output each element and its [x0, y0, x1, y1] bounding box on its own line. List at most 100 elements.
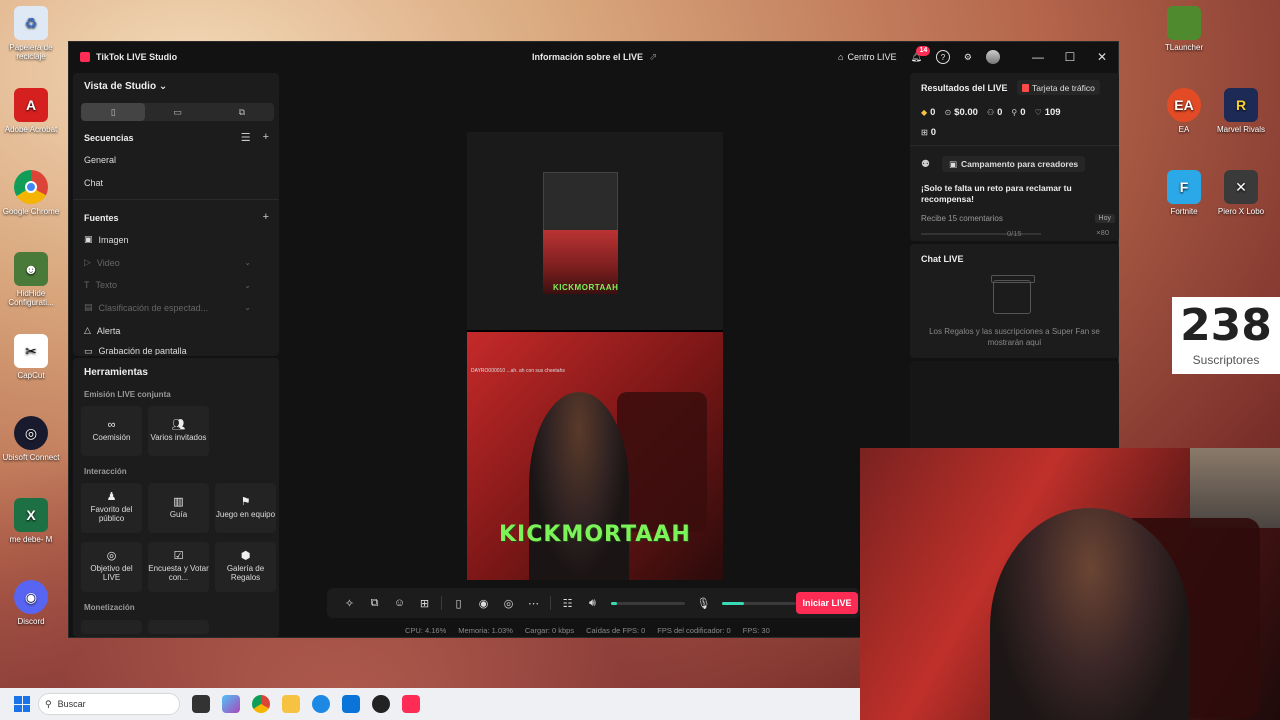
minimize-icon[interactable]: — — [1022, 50, 1054, 64]
subscriber-counter: 238 Suscriptores — [1172, 297, 1280, 374]
source-item-text[interactable]: T Texto ⌄ — [84, 280, 269, 290]
gift-gallery-button[interactable]: ⬢ Galería de Regalos — [215, 542, 276, 592]
edge-icon[interactable] — [312, 695, 330, 713]
task-view-icon[interactable] — [192, 695, 210, 713]
tools-title: Herramientas — [84, 367, 148, 378]
effects-icon[interactable]: ☺ — [387, 597, 412, 609]
source-item-image[interactable]: ▣ Imagen — [84, 234, 269, 245]
copilot-icon[interactable] — [222, 695, 240, 713]
guide-button[interactable]: ▥ Guía — [148, 483, 209, 533]
desktop-icon-tlauncher[interactable]: TLauncher — [1153, 6, 1215, 52]
landscape-icon: ▭ — [173, 106, 182, 117]
desktop-icon-ubisoft[interactable]: ◎ Ubisoft Connect — [0, 416, 62, 462]
coemision-button[interactable]: ∞ Coemisión — [81, 406, 142, 456]
desktop-icon-acrobat[interactable]: A Adobe Acrobat — [0, 88, 62, 134]
record-icon[interactable]: ◉ — [471, 597, 496, 610]
team-game-button[interactable]: ⚑ Juego en equipo — [215, 483, 276, 533]
home-icon: ⌂ — [838, 52, 844, 62]
notifications-button[interactable]: 🔔︎ 14 — [910, 45, 931, 63]
sequence-item-general[interactable]: General — [84, 155, 269, 165]
encoder-fps-stat: FPS del codificador: 0 — [657, 626, 731, 635]
desktop-icon-piero-lobo[interactable]: ✕ Piero X Lobo — [1210, 170, 1272, 216]
source-item-video[interactable]: ▷ Video ⌄ — [84, 257, 269, 268]
desktop-icon-chrome[interactable]: Google Chrome — [0, 170, 62, 216]
chevron-down-icon: ⌄ — [158, 81, 168, 92]
speaker-volume-slider[interactable] — [611, 601, 685, 605]
desktop-icon-ea[interactable]: EA EA — [1153, 88, 1215, 134]
chat-empty-message: Los Regalos y las suscripciones a Super … — [929, 327, 1100, 347]
chat-card: Chat LIVE Los Regalos y las suscripcione… — [910, 244, 1119, 358]
excel-icon: X — [14, 498, 48, 532]
multi-guest-button[interactable]: 👥︎ Varios invitados — [148, 406, 209, 456]
maximize-icon[interactable]: ☐ — [1054, 50, 1086, 64]
store-icon[interactable] — [342, 695, 360, 713]
settings-sliders-icon[interactable]: ☷ — [555, 597, 580, 610]
monetization-tool-2[interactable] — [148, 620, 209, 634]
captions-icon[interactable]: ⧉ — [362, 597, 387, 610]
close-icon[interactable]: ✕ — [1086, 50, 1118, 64]
avatar[interactable] — [986, 50, 1000, 64]
share-icon[interactable]: ⇗ — [649, 52, 657, 63]
desktop-icon-marvel-rivals[interactable]: R Marvel Rivals — [1210, 88, 1272, 134]
interaction-title: Interacción — [84, 467, 127, 476]
audience-favorite-button[interactable]: ♟ Favorito del público — [81, 483, 142, 533]
file-explorer-icon[interactable] — [282, 695, 300, 713]
live-info-title[interactable]: Información sobre el LIVE — [532, 52, 643, 62]
obs-icon[interactable] — [372, 695, 390, 713]
chrome-taskbar-icon[interactable] — [252, 695, 270, 713]
go-live-button[interactable]: Iniciar LIVE — [796, 592, 858, 614]
phone-icon[interactable]: ▯ — [446, 597, 471, 610]
stream-preview[interactable]: KICKMORTAAH DAYRO000010 ...ah. ah con su… — [467, 132, 723, 580]
add-scene-icon[interactable]: ⊞ — [412, 597, 437, 610]
speaker-icon[interactable]: 🔊︎ — [580, 597, 605, 610]
centro-live-button[interactable]: ⌂ Centro LIVE — [838, 52, 896, 62]
desktop-icon-fortnite[interactable]: F Fortnite — [1153, 170, 1215, 216]
magic-wand-icon[interactable]: ✧ — [337, 597, 362, 610]
studio-view-dropdown[interactable]: Vista de Studio ⌄ — [84, 81, 167, 92]
desktop-icon-hidhide[interactable]: ☻ HidHide Configurati... — [0, 252, 62, 307]
monetization-tool-1[interactable] — [81, 620, 142, 634]
streamer — [529, 392, 629, 580]
microphone-icon[interactable]: 🎙︎ — [691, 597, 716, 610]
taskbar-search[interactable]: ⚲ Buscar — [38, 693, 180, 715]
desktop-icon-label: Adobe Acrobat — [4, 125, 58, 134]
likes-metric: ♡ 109 — [1034, 107, 1061, 118]
windows-start-icon[interactable] — [14, 696, 30, 712]
desktop-icon-capcut[interactable]: ✂ CapCut — [0, 334, 62, 380]
background-window — [1190, 448, 1280, 528]
tiktok-taskbar-icon[interactable] — [402, 695, 420, 713]
more-icon[interactable]: ⋯ — [521, 597, 546, 610]
desktop-icon-excel[interactable]: X me debe- M — [0, 498, 62, 544]
list-icon[interactable]: ☰ — [241, 131, 251, 144]
divider — [441, 596, 442, 610]
sequence-item-chat[interactable]: Chat — [84, 178, 269, 188]
desktop-icon-recycle-bin[interactable]: ♻ Papelera de reciclaje — [0, 6, 62, 61]
desktop-icon-label: EA — [1178, 125, 1190, 134]
dual-layout-button[interactable]: ⧉ — [210, 103, 274, 121]
desktop-icon-discord[interactable]: ◉ Discord — [0, 580, 62, 626]
creator-campaign-button[interactable]: ▣ Campamento para creadores — [941, 156, 1086, 172]
notification-badge: 14 — [916, 45, 931, 56]
settings-button[interactable]: ⚙ — [964, 52, 972, 63]
search-icon: ⚲ — [45, 698, 52, 709]
camera-icon[interactable]: ◎ — [496, 597, 521, 610]
live-goal-button[interactable]: ◎ Objetivo del LIVE — [81, 542, 142, 592]
co-live-title: Emisión LIVE conjunta — [84, 390, 171, 399]
portrait-layout-button[interactable]: ▯ — [81, 103, 146, 121]
source-item-ranking[interactable]: ▤ Clasificación de espectad... ⌄ — [84, 302, 269, 313]
title-bar: TikTok LIVE Studio Información sobre el … — [69, 42, 1118, 72]
landscape-layout-button[interactable]: ▭ — [145, 103, 209, 121]
add-source-icon[interactable]: + — [263, 211, 269, 223]
add-icon[interactable]: + — [263, 131, 269, 144]
source-item-screen-capture[interactable]: ▭ Grabación de pantalla — [84, 347, 269, 355]
mic-volume-slider[interactable] — [722, 601, 796, 605]
help-button[interactable]: ? — [935, 50, 950, 64]
desktop-icon-label: HidHide Configurati... — [8, 289, 54, 307]
text-icon: T — [84, 280, 90, 290]
ranking-icon: ▤ — [84, 302, 93, 312]
poll-button[interactable]: ☑ Encuesta y Votar con... — [148, 542, 209, 592]
challenge-progress: 0/15 — [1007, 229, 1022, 238]
source-item-alert[interactable]: △ Alerta — [84, 325, 269, 336]
subscriber-label: Suscriptores — [1192, 353, 1260, 367]
traffic-card-button[interactable]: Tarjeta de tráfico — [1017, 80, 1100, 95]
